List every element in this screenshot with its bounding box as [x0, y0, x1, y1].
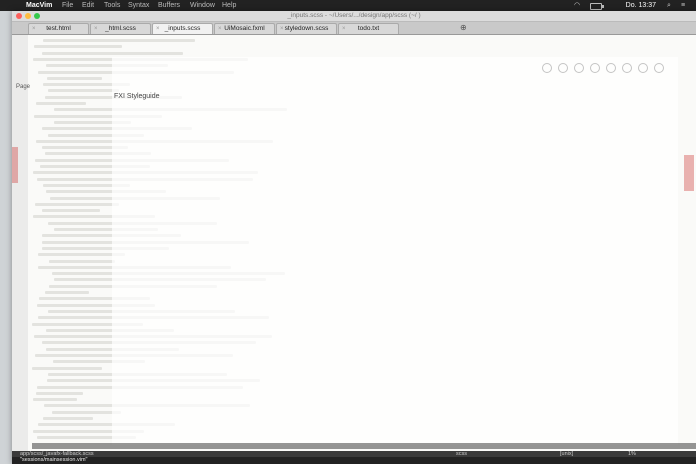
- code-line: [42, 209, 100, 213]
- command-line-text: "sessions/mainsession.vim": [20, 457, 88, 463]
- code-line: [48, 89, 119, 93]
- code-line: [32, 366, 102, 370]
- tab-label: test.html: [46, 25, 71, 32]
- code-line: [34, 45, 122, 49]
- toolbar-circle-icon: [606, 63, 616, 73]
- toolbar-circle-icon: [542, 63, 552, 73]
- notification-icon[interactable]: ≡: [681, 0, 685, 11]
- tab-label: styledown.scss: [284, 25, 329, 32]
- clock[interactable]: Do. 13:37: [626, 0, 656, 11]
- battery-icon[interactable]: [590, 3, 604, 10]
- line-number-gutter: [12, 35, 28, 451]
- command-line[interactable]: "sessions/mainsession.vim": [12, 457, 696, 464]
- styleguide-heading: FXI Styleguide: [114, 93, 160, 100]
- tab-label: _html.scss: [105, 25, 136, 32]
- menu-syntax[interactable]: Syntax: [128, 0, 149, 11]
- minimize-button[interactable]: [25, 13, 31, 19]
- code-line: [35, 202, 119, 206]
- tab-todo-txt[interactable]: × todo.txt: [338, 23, 399, 34]
- toolbar-circle-icon: [622, 63, 632, 73]
- code-line: [43, 417, 93, 420]
- toolbar-circle-icon: [574, 63, 584, 73]
- tab-styledown-scss[interactable]: × styledown.scss: [276, 23, 337, 34]
- faded-bookmark: [684, 155, 694, 191]
- faded-bookmark: [12, 147, 18, 183]
- menu-edit[interactable]: Edit: [82, 0, 94, 11]
- toolbar-circle-icon: [654, 63, 664, 73]
- menu-window[interactable]: Window: [190, 0, 215, 11]
- app-menu[interactable]: MacVim: [26, 0, 52, 11]
- title-bar: _inputs.scss - ~/Users/.../design/app/sc…: [12, 11, 696, 22]
- menu-file[interactable]: File: [62, 0, 73, 11]
- tab-label: _inputs.scss: [164, 25, 201, 32]
- code-line: [52, 410, 121, 414]
- window-title: _inputs.scss - ~/Users/.../design/app/sc…: [287, 12, 421, 19]
- cursor-line: [32, 443, 696, 449]
- code-line: [36, 391, 83, 395]
- tab-label: todo.txt: [357, 25, 380, 32]
- new-tab-icon[interactable]: ⊕: [460, 23, 467, 32]
- zoom-button[interactable]: [34, 13, 40, 19]
- close-tab-icon[interactable]: ×: [342, 24, 346, 34]
- code-line: [43, 39, 195, 42]
- tab-bar: × test.html × _html.scss × _inputs.scss × Ui…: [12, 22, 696, 35]
- code-line: [47, 76, 102, 80]
- toolbar-circle-icon: [590, 63, 600, 73]
- close-tab-icon[interactable]: ×: [94, 24, 98, 34]
- browser-toolbar-ghost: [542, 63, 696, 73]
- code-line: [42, 51, 183, 55]
- close-tab-icon[interactable]: ×: [218, 24, 222, 34]
- code-line: [45, 291, 89, 294]
- macvim-window: _inputs.scss - ~/Users/.../design/app/sc…: [12, 11, 696, 464]
- faded-browser-overlay: [112, 57, 678, 445]
- page-label: Page: [16, 84, 31, 90]
- tab-html-scss[interactable]: × _html.scss: [90, 23, 151, 34]
- editor-area[interactable]: Page FXI Styleguide: [12, 35, 696, 451]
- menu-bar: MacVim File Edit Tools Syntax Buffers Wi…: [0, 0, 696, 11]
- close-tab-icon[interactable]: ×: [156, 24, 160, 34]
- wifi-icon[interactable]: ◠: [574, 0, 580, 11]
- toolbar-circle-icon: [638, 63, 648, 73]
- tab-uimosaic-fxml[interactable]: × UiMosaic.fxml: [214, 23, 275, 34]
- close-tab-icon[interactable]: ×: [32, 24, 36, 34]
- toolbar-circle-icon: [558, 63, 568, 73]
- menu-tools[interactable]: Tools: [104, 0, 120, 11]
- spotlight-icon[interactable]: ⌕: [667, 0, 671, 11]
- close-tab-icon[interactable]: ×: [280, 24, 284, 34]
- close-button[interactable]: [16, 13, 22, 19]
- code-line: [33, 398, 77, 402]
- code-line: [36, 102, 86, 105]
- tab-label: UiMosaic.fxml: [224, 25, 265, 32]
- code-line: [49, 259, 115, 263]
- menu-buffers[interactable]: Buffers: [158, 0, 180, 11]
- tab-inputs-scss[interactable]: × _inputs.scss: [152, 23, 213, 34]
- menu-help[interactable]: Help: [222, 0, 236, 11]
- tab-test-html[interactable]: × test.html: [28, 23, 89, 34]
